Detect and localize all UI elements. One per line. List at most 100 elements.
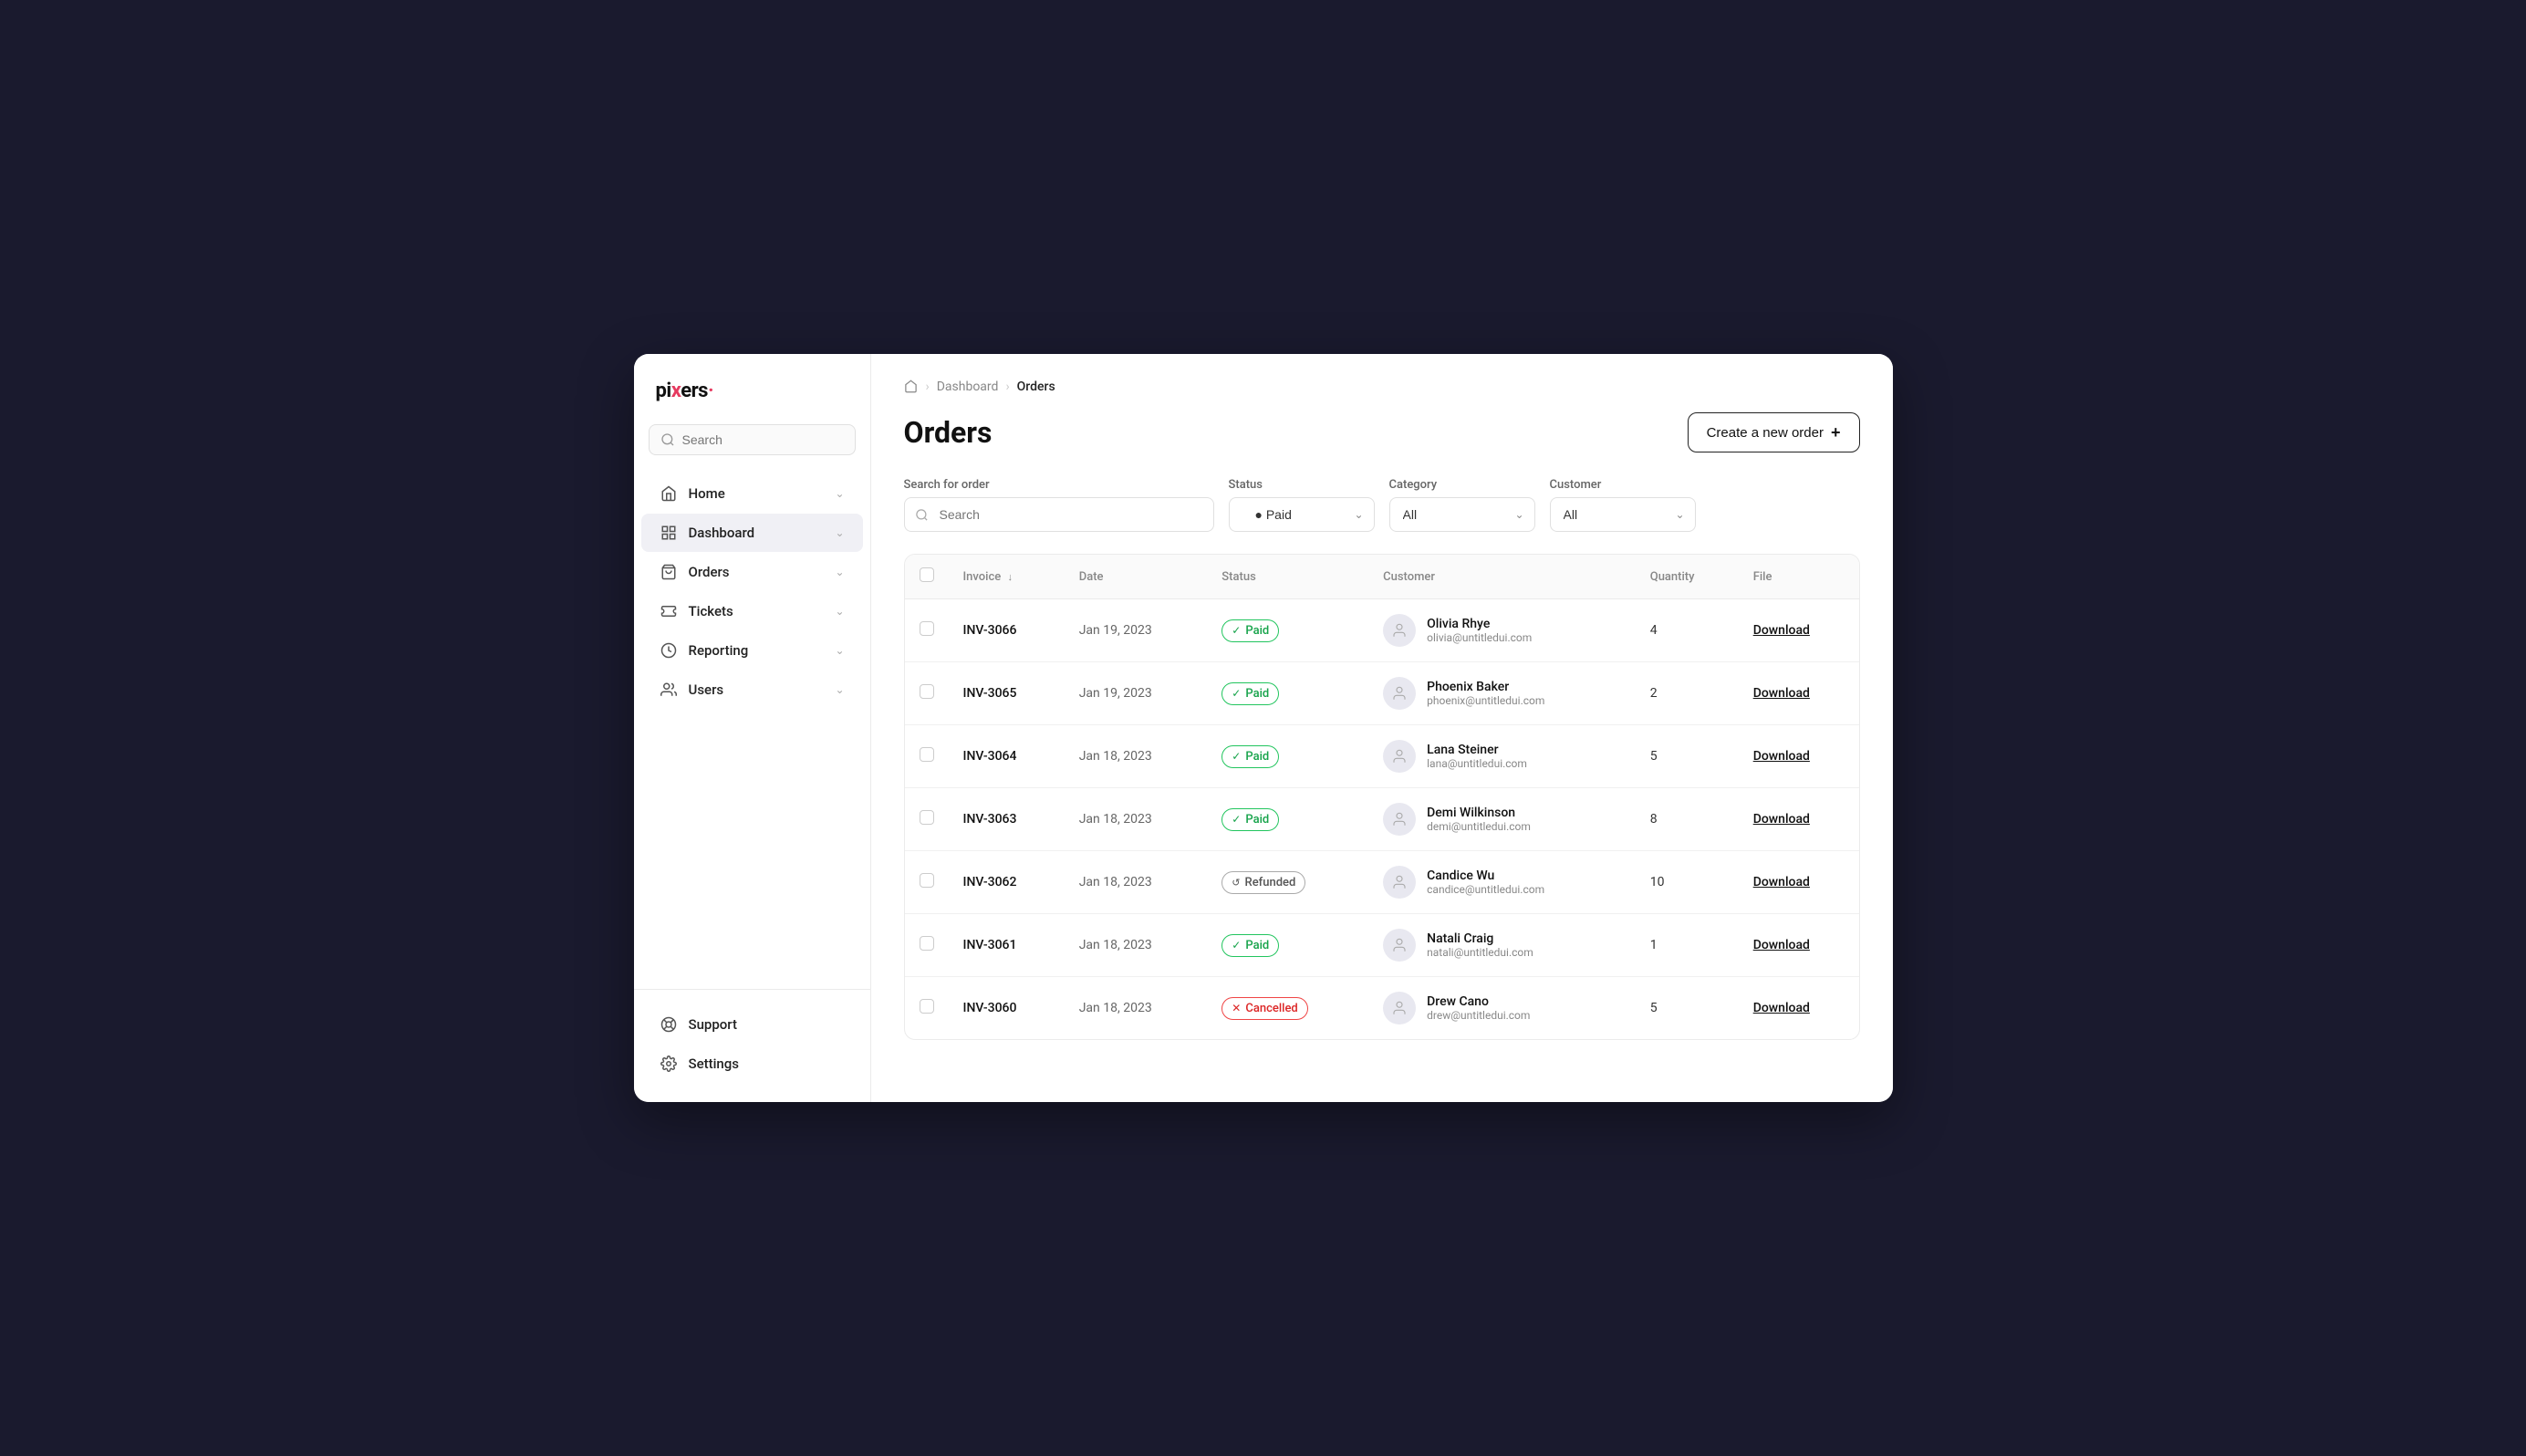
invoice-number: INV-3064: [963, 749, 1017, 764]
sidebar-item-users[interactable]: Users ⌄: [641, 671, 863, 709]
quantity-value: 2: [1650, 686, 1658, 701]
download-link[interactable]: Download: [1753, 623, 1810, 638]
avatar: [1383, 677, 1416, 710]
plus-icon: +: [1831, 424, 1841, 441]
row-customer: Demi Wilkinson demi@untitledui.com: [1368, 788, 1636, 851]
header-file: File: [1739, 555, 1859, 599]
download-link[interactable]: Download: [1753, 812, 1810, 827]
status-select-wrapper: ● Paid Refunded Cancelled ⌄: [1229, 497, 1375, 532]
order-date: Jan 18, 2023: [1079, 938, 1152, 952]
sidebar-item-support[interactable]: Support: [641, 1005, 863, 1044]
sidebar-search-wrapper[interactable]: [649, 424, 856, 455]
sidebar-item-tickets[interactable]: Tickets ⌄: [641, 592, 863, 630]
order-date: Jan 18, 2023: [1079, 749, 1152, 764]
row-checkbox-cell: [905, 599, 949, 662]
row-invoice: INV-3060: [949, 977, 1065, 1040]
row-invoice: INV-3065: [949, 662, 1065, 725]
row-file: Download: [1739, 599, 1859, 662]
invoice-number: INV-3065: [963, 686, 1017, 701]
row-invoice: INV-3064: [949, 725, 1065, 788]
home-chevron-icon: ⌄: [835, 487, 844, 500]
avatar: [1383, 929, 1416, 962]
customer-email: demi@untitledui.com: [1427, 820, 1531, 833]
row-checkbox-cell: [905, 851, 949, 914]
logo: pixers·: [634, 380, 870, 424]
sidebar-item-reporting[interactable]: Reporting ⌄: [641, 631, 863, 670]
download-link[interactable]: Download: [1753, 938, 1810, 952]
order-date: Jan 19, 2023: [1079, 623, 1152, 638]
sidebar-item-reporting-label: Reporting: [689, 642, 749, 659]
row-checkbox[interactable]: [920, 747, 934, 762]
logo-dot: x: [671, 380, 681, 402]
page-title: Orders: [904, 415, 993, 450]
sidebar-item-home-label: Home: [689, 485, 725, 502]
customer-name: Drew Cano: [1427, 994, 1530, 1009]
avatar: [1383, 866, 1416, 899]
create-order-button[interactable]: Create a new order +: [1688, 412, 1860, 452]
customer-email: olivia@untitledui.com: [1427, 631, 1532, 644]
customer-cell: Candice Wu candice@untitledui.com: [1383, 866, 1621, 899]
customer-cell: Olivia Rhye olivia@untitledui.com: [1383, 614, 1621, 647]
status-select[interactable]: ● Paid Refunded Cancelled: [1229, 497, 1375, 532]
sidebar-search-input[interactable]: [682, 432, 844, 447]
row-customer: Drew Cano drew@untitledui.com: [1368, 977, 1636, 1040]
tickets-chevron-icon: ⌄: [835, 605, 844, 618]
page-header: Orders Create a new order +: [904, 412, 1860, 452]
header-quantity: Quantity: [1636, 555, 1739, 599]
row-quantity: 5: [1636, 977, 1739, 1040]
customer-email: natali@untitledui.com: [1427, 946, 1533, 959]
status-badge: ✓Paid: [1221, 682, 1279, 705]
customer-select-wrapper: All ⌄: [1550, 497, 1696, 532]
table-row: INV-3066 Jan 19, 2023 ✓Paid Olivia Rhye …: [905, 599, 1859, 662]
row-status: ✓Paid: [1207, 788, 1368, 851]
status-badge: ✓Paid: [1221, 745, 1279, 768]
table-row: INV-3061 Jan 18, 2023 ✓Paid Natali Craig…: [905, 914, 1859, 977]
users-chevron-icon: ⌄: [835, 683, 844, 696]
header-checkbox-col: [905, 555, 949, 599]
sidebar: pixers· Home ⌄: [634, 354, 871, 1102]
download-link[interactable]: Download: [1753, 1001, 1810, 1015]
row-checkbox[interactable]: [920, 621, 934, 636]
table-header-row: Invoice ↓ Date Status Customer Quantity …: [905, 555, 1859, 599]
sidebar-item-dashboard[interactable]: Dashboard ⌄: [641, 514, 863, 552]
sidebar-item-orders[interactable]: Orders ⌄: [641, 553, 863, 591]
invoice-sort-icon[interactable]: ↓: [1007, 571, 1013, 583]
category-filter-group: Category All ⌄: [1389, 478, 1535, 532]
download-link[interactable]: Download: [1753, 749, 1810, 764]
quantity-value: 1: [1650, 938, 1658, 952]
status-filter-group: Status ● Paid Refunded Cancelled ⌄: [1229, 478, 1375, 532]
logo-accent: ·: [708, 380, 713, 402]
row-checkbox[interactable]: [920, 873, 934, 888]
breadcrumb-dashboard[interactable]: Dashboard: [937, 380, 999, 394]
sidebar-item-tickets-label: Tickets: [689, 603, 733, 619]
invoice-number: INV-3061: [963, 938, 1017, 952]
order-date: Jan 18, 2023: [1079, 1001, 1152, 1015]
order-search-input[interactable]: [904, 497, 1214, 532]
category-select[interactable]: All: [1389, 497, 1535, 532]
row-quantity: 10: [1636, 851, 1739, 914]
row-checkbox[interactable]: [920, 936, 934, 951]
row-checkbox[interactable]: [920, 684, 934, 699]
sidebar-item-settings[interactable]: Settings: [641, 1045, 863, 1083]
search-filter-label: Search for order: [904, 478, 1214, 492]
breadcrumb-sep-1: ›: [926, 380, 930, 394]
sidebar-item-dashboard-label: Dashboard: [689, 525, 755, 541]
order-date: Jan 18, 2023: [1079, 812, 1152, 827]
customer-select[interactable]: All: [1550, 497, 1696, 532]
quantity-value: 5: [1650, 1001, 1658, 1015]
download-link[interactable]: Download: [1753, 875, 1810, 889]
select-all-checkbox[interactable]: [920, 567, 934, 582]
quantity-value: 10: [1650, 875, 1665, 889]
customer-name: Lana Steiner: [1427, 743, 1527, 757]
row-checkbox[interactable]: [920, 999, 934, 1014]
customer-name: Candice Wu: [1427, 868, 1544, 883]
breadcrumb-home-icon[interactable]: [904, 380, 919, 394]
table-row: INV-3065 Jan 19, 2023 ✓Paid Phoenix Bake…: [905, 662, 1859, 725]
row-status: ✓Paid: [1207, 662, 1368, 725]
customer-cell: Lana Steiner lana@untitledui.com: [1383, 740, 1621, 773]
download-link[interactable]: Download: [1753, 686, 1810, 701]
row-customer: Candice Wu candice@untitledui.com: [1368, 851, 1636, 914]
sidebar-item-home[interactable]: Home ⌄: [641, 474, 863, 513]
row-status: ↺Refunded: [1207, 851, 1368, 914]
row-checkbox[interactable]: [920, 810, 934, 825]
